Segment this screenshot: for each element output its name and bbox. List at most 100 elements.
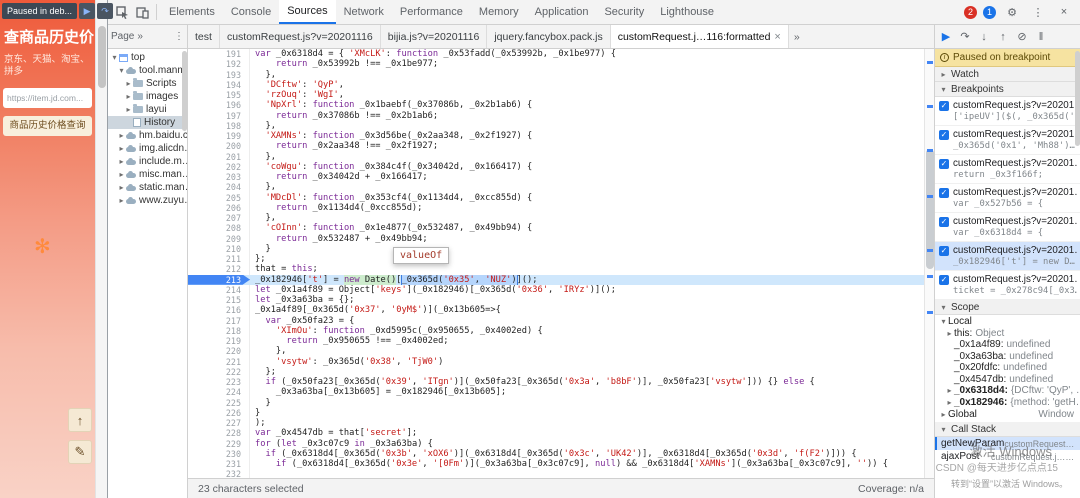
line-number[interactable]: 207 xyxy=(188,213,250,224)
line-number[interactable]: 200 xyxy=(188,141,250,152)
line-number[interactable]: 227 xyxy=(188,418,250,429)
nav-more-icon[interactable]: ⋮ xyxy=(174,31,184,42)
code-text[interactable]: that = this; xyxy=(250,264,318,274)
line-number[interactable]: 219 xyxy=(188,336,250,347)
global-expander-icon[interactable]: ▸ xyxy=(939,410,948,419)
tree-expander-icon[interactable]: ▸ xyxy=(117,157,126,166)
line-number[interactable]: 203 xyxy=(188,172,250,183)
code-text[interactable]: }; xyxy=(250,254,265,264)
tree-item-misc-man[interactable]: ▸ misc.man… xyxy=(108,168,187,181)
line-number[interactable]: 232 xyxy=(188,469,250,478)
breakpoints-expander-icon[interactable]: ▾ xyxy=(939,85,948,94)
line-number[interactable]: 195 xyxy=(188,90,250,101)
tree-item-include-m[interactable]: ▸ include.m… xyxy=(108,155,187,168)
code-text[interactable]: return _0x1134d4(_0xcc855d); xyxy=(250,203,422,213)
device-toolbar-icon[interactable] xyxy=(132,2,152,22)
line-number[interactable]: 215 xyxy=(188,295,250,306)
line-number[interactable]: 216 xyxy=(188,305,250,316)
code-text[interactable]: _0x3a63ba[_0x13b605] = _0x182946[_0x13b6… xyxy=(250,387,506,397)
price-history-search-button[interactable]: 商品历史价格查询 xyxy=(3,116,92,136)
scope-variable-0x1a4f89[interactable]: _0x1a4f89: undefined xyxy=(935,339,1080,351)
sidebar-scrollbar-thumb[interactable] xyxy=(1075,51,1080,146)
line-number[interactable]: 202 xyxy=(188,161,250,172)
devtools-tab-sources[interactable]: Sources xyxy=(279,0,336,24)
inspect-icon[interactable] xyxy=(112,2,132,22)
code-text[interactable]: return _0x532487 + _0x49bb94; xyxy=(250,234,428,244)
code-text[interactable]: 'vsytw': _0x365d('0x38', 'TjW0') xyxy=(250,357,443,367)
devtools-tab-lighthouse[interactable]: Lighthouse xyxy=(652,0,722,24)
line-number[interactable]: 206 xyxy=(188,202,250,213)
scope-local-header[interactable]: ▾ Local xyxy=(935,316,1080,328)
code-text[interactable]: 'rzOuq': 'WgI', xyxy=(250,90,343,100)
tree-item-tool-manm[interactable]: ▾ tool.manm… xyxy=(108,64,187,77)
line-number[interactable]: 198 xyxy=(188,120,250,131)
call-stack-frame-getnewparam[interactable]: getNewParamcustomRequest.j…:formatted:21… xyxy=(935,437,1080,450)
line-number[interactable]: 223 xyxy=(188,377,250,388)
feedback-button[interactable]: ✎ xyxy=(68,440,92,464)
local-expander-icon[interactable]: ▾ xyxy=(939,317,948,326)
overlay-resume-button[interactable]: ▶ xyxy=(79,3,96,19)
error-count-badge[interactable]: 2 xyxy=(964,5,977,19)
line-number[interactable]: 228 xyxy=(188,428,250,439)
code-text[interactable] xyxy=(250,469,255,478)
line-number[interactable]: 191 xyxy=(188,49,250,60)
tree-expander-icon[interactable]: ▸ xyxy=(117,144,126,153)
code-text[interactable]: } xyxy=(250,408,260,418)
code-text[interactable]: var _0x4547db = that['secret']; xyxy=(250,428,417,438)
devtools-tab-network[interactable]: Network xyxy=(336,0,392,24)
code-text[interactable]: 'XImOu': function _0xd5995c(_0x950655, _… xyxy=(250,326,543,336)
line-number[interactable]: 226 xyxy=(188,407,250,418)
step-into-button[interactable]: ↓ xyxy=(975,28,993,46)
code-text[interactable]: } xyxy=(250,244,270,254)
overlay-step-button[interactable]: ↷ xyxy=(97,3,114,19)
tree-expander-icon[interactable]: ▸ xyxy=(124,105,133,114)
line-number[interactable]: 197 xyxy=(188,110,250,121)
page-scrollbar-thumb[interactable] xyxy=(98,26,106,88)
devtools-tab-security[interactable]: Security xyxy=(596,0,652,24)
line-number[interactable]: 217 xyxy=(188,315,250,326)
more-icon[interactable]: ⋮ xyxy=(1028,2,1048,22)
breakpoint-item-6[interactable]: ✓ customRequest.js?v=20201… _0x182946['t']… xyxy=(935,242,1080,271)
nav-overflow-icon[interactable]: » xyxy=(137,31,143,42)
tree-item-static-man[interactable]: ▸ static.man… xyxy=(108,181,187,194)
code-text[interactable]: 'NpXrl': function _0x1baebf(_0x37086b, _… xyxy=(250,100,532,110)
tree-expander-icon[interactable]: ▸ xyxy=(117,170,126,179)
code-text[interactable]: }, xyxy=(250,121,275,131)
tree-item-img-alicdn[interactable]: ▸ img.alicdn… xyxy=(108,142,187,155)
code-text[interactable]: let _0x1a4f89 = Object['keys'](_0x182946… xyxy=(250,285,616,295)
devtools-tab-memory[interactable]: Memory xyxy=(471,0,527,24)
line-number[interactable]: 222 xyxy=(188,366,250,377)
code-text[interactable]: 'DCftw': 'QyP', xyxy=(250,80,343,90)
step-out-button[interactable]: ↑ xyxy=(994,28,1012,46)
line-number[interactable]: 230 xyxy=(188,448,250,459)
tree-expander-icon[interactable]: ▸ xyxy=(117,196,126,205)
breakpoint-checkbox[interactable]: ✓ xyxy=(939,216,949,227)
line-number[interactable]: 205 xyxy=(188,192,250,203)
code-text[interactable]: var _0x50fa23 = { xyxy=(250,316,354,326)
code-text[interactable]: _0x1a4f89[_0x365d('0x37', '0yM$')](_0x13… xyxy=(250,305,501,315)
line-number[interactable]: 196 xyxy=(188,100,250,111)
line-number[interactable]: 229 xyxy=(188,438,250,449)
code-text[interactable]: } xyxy=(250,398,270,408)
line-number[interactable]: 231 xyxy=(188,459,250,470)
code-text[interactable]: return _0x34042d + _0x166417; xyxy=(250,172,428,182)
editor-tab-jquery-fancybox-pack-js[interactable]: jquery.fancybox.pack.js xyxy=(487,25,611,48)
code-text[interactable]: if (_0x6318d4[_0x365d('0x3e', '[0Fm')](_… xyxy=(250,459,888,469)
close-icon[interactable]: × xyxy=(1054,2,1074,22)
scope-variable-0x182946[interactable]: ▸ _0x182946: {method: 'getH… xyxy=(935,397,1080,409)
line-number[interactable]: 204 xyxy=(188,182,250,193)
breakpoints-section-header[interactable]: ▾ Breakpoints xyxy=(935,82,1080,97)
code-text[interactable]: return _0x37086b !== _0x2b1ab6; xyxy=(250,111,438,121)
breakpoint-checkbox[interactable]: ✓ xyxy=(939,158,949,169)
close-tab-icon[interactable]: × xyxy=(774,31,780,43)
editor-tab-bijia-js-v-20201116[interactable]: bijia.js?v=20201116 xyxy=(381,25,488,48)
code-text[interactable]: _0x182946['t'] = new Date()[_0x365d('0x3… xyxy=(250,274,538,285)
breakpoint-item-4[interactable]: ✓ customRequest.js?v=20201… var _0x527b56 … xyxy=(935,184,1080,213)
line-number[interactable]: 225 xyxy=(188,397,250,408)
watch-section-header[interactable]: ▸ Watch xyxy=(935,67,1080,82)
breakpoint-checkbox[interactable]: ✓ xyxy=(939,187,949,198)
breakpoint-checkbox[interactable]: ✓ xyxy=(939,245,949,256)
code-text[interactable]: var _0x6318d4 = { 'XMcLK': function _0x5… xyxy=(250,49,616,59)
devtools-tab-console[interactable]: Console xyxy=(223,0,279,24)
code-text[interactable]: }, xyxy=(250,346,286,356)
